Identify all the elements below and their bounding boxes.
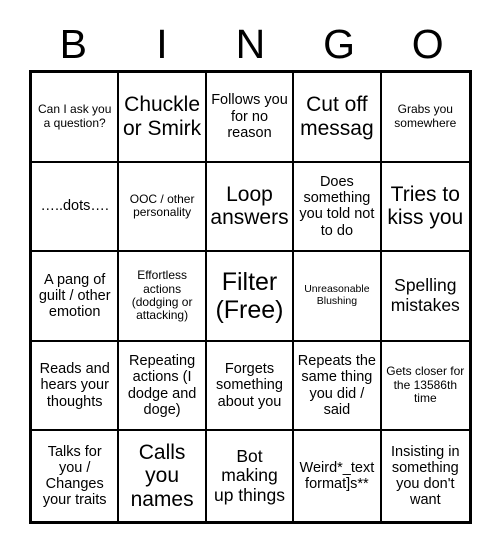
- bingo-cell[interactable]: Chuckle or Smirk: [119, 73, 207, 163]
- bingo-cell[interactable]: Repeating actions (I dodge and doge): [119, 341, 207, 432]
- bingo-cell[interactable]: Reads and hears your thoughts: [32, 341, 120, 432]
- bingo-cell-label: Weird*_text format]s**: [299, 459, 375, 493]
- bingo-cell[interactable]: Bot making up things: [207, 431, 295, 521]
- bingo-cell-label: Grabs you somewhere: [394, 102, 457, 130]
- bingo-cell[interactable]: Loop answers: [206, 162, 295, 253]
- bingo-cell[interactable]: Insisting in something you don't want: [382, 431, 469, 521]
- bingo-cell-label: Can I ask you a question?: [38, 102, 112, 130]
- bingo-cell-label: OOC / other personality: [129, 191, 195, 220]
- bingo-header: BINGO: [29, 18, 472, 70]
- bingo-cell-label: Bot making up things: [213, 445, 285, 505]
- bingo-cell[interactable]: Does something you told not to do: [294, 162, 382, 253]
- bingo-cell-label: Chuckle or Smirk: [123, 93, 202, 140]
- bingo-cell-label: Repeating actions (I dodge and doge): [127, 353, 197, 418]
- bingo-cell-label: Reads and hears your thoughts: [39, 361, 110, 410]
- bingo-cell-label: Does something you told not to do: [299, 173, 375, 239]
- bingo-header-letter-1: I: [156, 20, 168, 67]
- bingo-cell-label: Spelling mistakes: [390, 275, 460, 315]
- bingo-cell-label: Filter (Free): [215, 267, 284, 324]
- bingo-cell-label: A pang of guilt / other emotion: [38, 271, 111, 321]
- bingo-cell[interactable]: Grabs you somewhere: [381, 73, 469, 163]
- bingo-cell[interactable]: Forgets something about you: [206, 341, 295, 432]
- bingo-cell-label: Talks for you / Changes your traits: [42, 443, 107, 509]
- bingo-cell-label: Effortless actions (dodging or attacking…: [131, 268, 193, 323]
- bingo-header-letter-4: O: [411, 20, 444, 67]
- bingo-cell-label: Gets closer for the 13586th time: [386, 364, 465, 406]
- bingo-cell[interactable]: Can I ask you a question?: [32, 73, 120, 163]
- bingo-cell[interactable]: Gets closer for the 13586th time: [381, 342, 469, 432]
- bingo-cell-label: Forgets something about you: [216, 361, 283, 410]
- bingo-cell[interactable]: A pang of guilt / other emotion: [32, 252, 120, 342]
- bingo-cell-label: Calls you names: [130, 440, 194, 511]
- bingo-header-letter-2: N: [235, 20, 266, 67]
- bingo-cell[interactable]: Unreasonable Blushing: [294, 252, 382, 342]
- bingo-cell[interactable]: Calls you names: [119, 431, 207, 521]
- bingo-cell[interactable]: Spelling mistakes: [381, 252, 469, 342]
- bingo-cell-label: Unreasonable Blushing: [304, 283, 370, 307]
- bingo-cell[interactable]: OOC / other personality: [119, 162, 207, 253]
- bingo-cell-label: Insisting in something you don't want: [391, 443, 460, 509]
- bingo-cell-label: Cut off messag: [300, 93, 374, 140]
- bingo-cell[interactable]: Effortless actions (dodging or attacking…: [119, 252, 207, 342]
- bingo-cell[interactable]: Repeats the same thing you did / said: [294, 341, 382, 432]
- bingo-cell[interactable]: Follows you for no reason: [206, 73, 295, 163]
- bingo-cell[interactable]: …..dots….: [32, 162, 120, 253]
- bingo-header-letter-3: G: [323, 20, 356, 67]
- bingo-cell-label: Follows you for no reason: [211, 92, 288, 141]
- bingo-cell[interactable]: Cut off messag: [294, 73, 382, 163]
- bingo-cell-label: Tries to kiss you: [387, 182, 464, 230]
- bingo-cell-label: Loop answers: [210, 182, 289, 230]
- bingo-cell[interactable]: Talks for you / Changes your traits: [32, 431, 120, 521]
- bingo-card: B I N G O Can I ask you a question? Chuckle o…: [0, 0, 501, 544]
- bingo-cell-label: …..dots….: [40, 198, 109, 215]
- bingo-header-letter-0: B: [59, 20, 87, 67]
- bingo-cell[interactable]: Tries to kiss you: [381, 163, 469, 253]
- bingo-grid: Can I ask you a question? Chuckle or Smir…: [29, 70, 472, 524]
- bingo-cell-label: Repeats the same thing you did / said: [297, 353, 376, 418]
- bingo-cell-free[interactable]: Filter (Free): [206, 252, 295, 342]
- bingo-cell[interactable]: Weird*_text format]s**: [294, 431, 382, 521]
